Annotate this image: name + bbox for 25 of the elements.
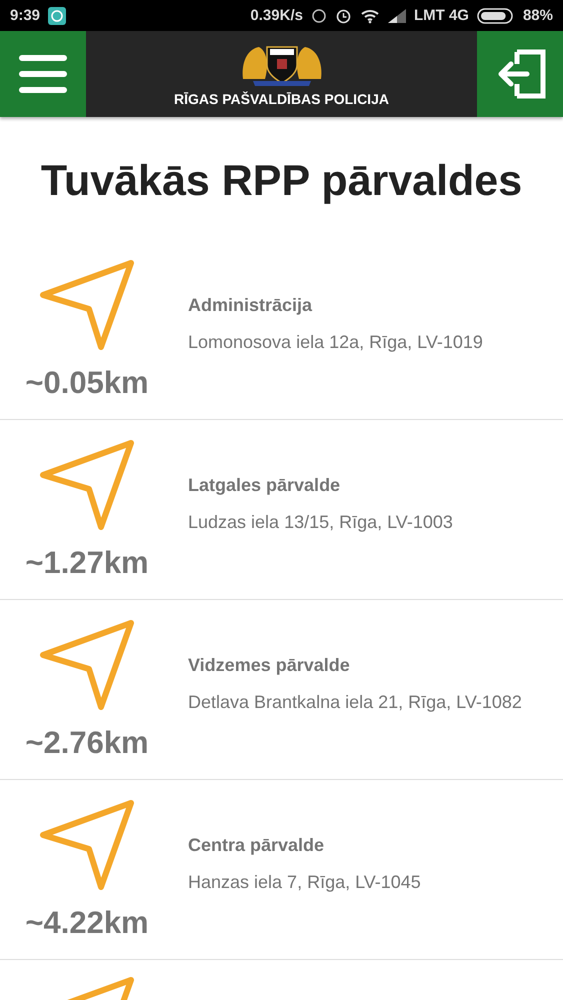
signal-icon xyxy=(388,8,406,22)
status-time: 9:39 xyxy=(10,7,40,24)
distance-label: ~1.27km xyxy=(25,544,149,580)
station-name[interactable]: Administrācija xyxy=(188,294,483,316)
menu-button[interactable] xyxy=(0,31,86,117)
header-title: RĪGAS PAŠVALDĪBAS POLICIJA xyxy=(174,91,389,107)
alarm-clock-icon xyxy=(334,7,352,24)
menu-icon[interactable] xyxy=(18,53,68,95)
station-name[interactable]: Vidzemes pārvalde xyxy=(188,654,522,676)
station-address: Hanzas iela 7, Rīga, LV-1045 xyxy=(188,870,421,894)
station-name[interactable]: Latgales pārvalde xyxy=(188,474,453,496)
battery-percent: 88% xyxy=(522,7,553,24)
carrier-label: LMT 4G xyxy=(414,7,469,24)
app-notification-icon xyxy=(48,6,66,24)
distance-label: ~2.76km xyxy=(25,724,149,760)
station-name[interactable]: Centra pārvalde xyxy=(188,834,421,856)
wifi-icon xyxy=(360,8,380,24)
station-address: Lomonosova iela 12a, Rīga, LV-1019 xyxy=(188,330,483,354)
page-heading: Tuvākās RPP pārvaldes xyxy=(40,156,524,207)
logout-button[interactable] xyxy=(477,31,563,117)
station-address: Ludzas iela 13/15, Rīga, LV-1003 xyxy=(188,510,453,534)
network-speed: 0.39K/s xyxy=(250,7,303,24)
distance-label: ~0.05km xyxy=(25,364,149,400)
distance-label: ~4.22km xyxy=(25,904,149,940)
station-address: Detlava Brantkalna iela 21, Rīga, LV-1082 xyxy=(188,690,522,714)
